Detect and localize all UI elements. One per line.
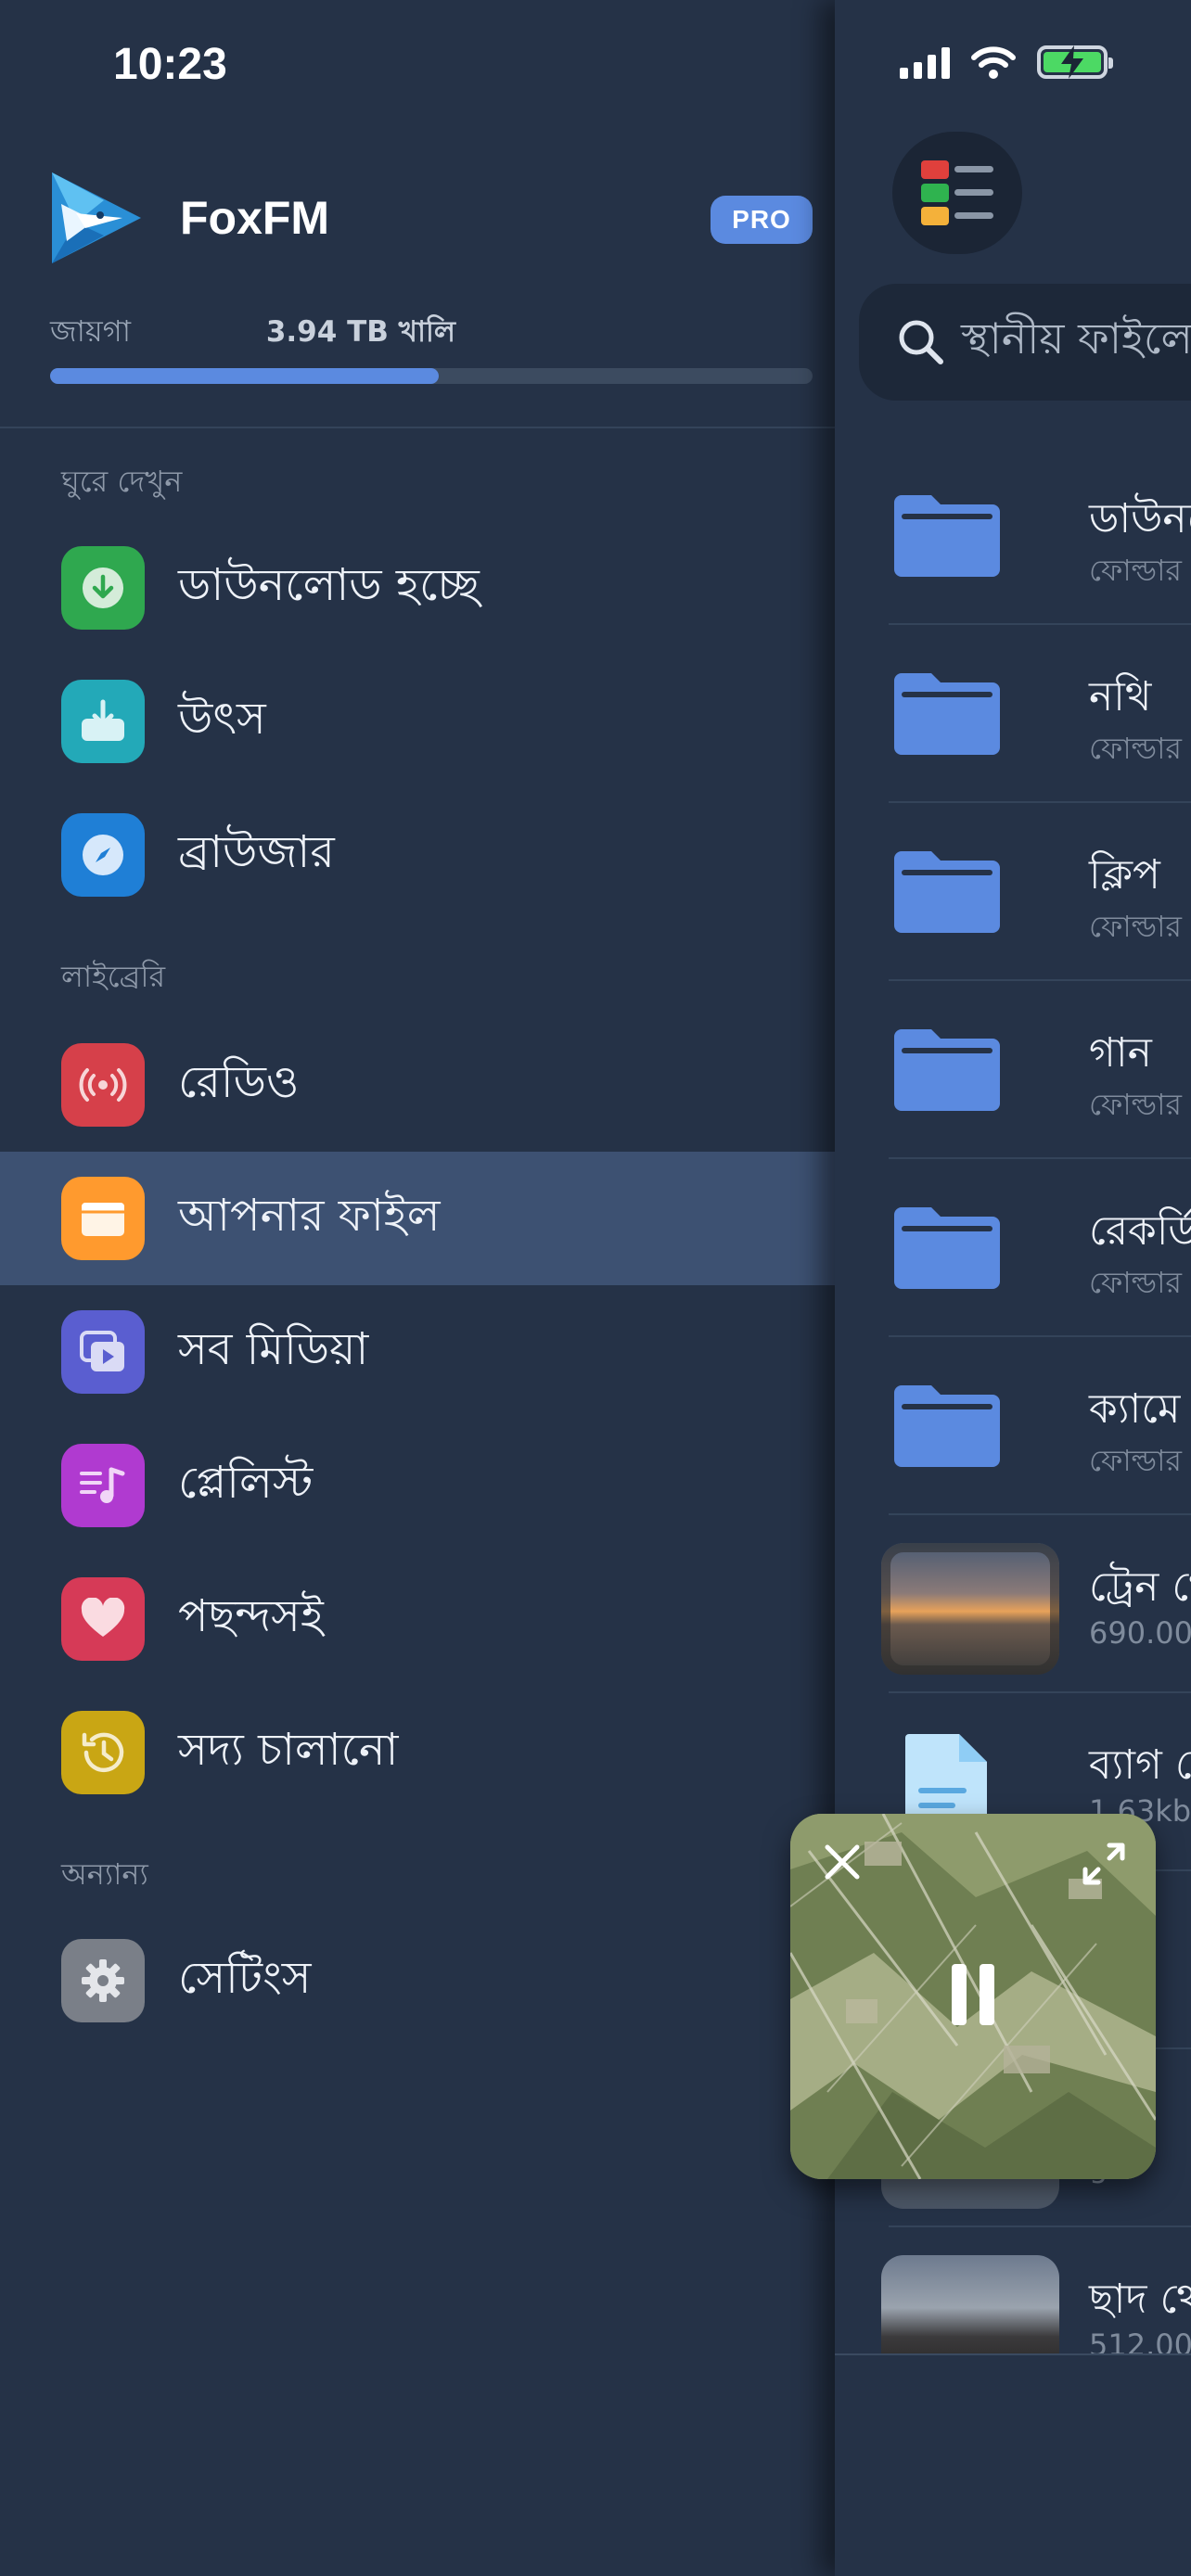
cellular-signal-icon	[900, 45, 950, 79]
file-name: ক্যামে	[1089, 1385, 1181, 1433]
video-thumbnail	[881, 1543, 1059, 1675]
nav-label-downloading: ডাউনলোড হচ্ছে	[178, 558, 480, 611]
folder-icon	[61, 1177, 145, 1260]
folder-icon	[894, 673, 1000, 755]
section-title-other: অন্যান্য	[61, 1856, 148, 1892]
file-meta: ফোল্ডার	[1089, 1265, 1183, 1300]
nav-item-radio[interactable]: রেডিও	[0, 1018, 835, 1152]
status-time: 10:23	[113, 40, 227, 89]
sidebar: 10:23 FoxFM PRO জায়গা 3.94 TB খালি ঘুরে…	[0, 0, 835, 2576]
divider	[0, 427, 835, 428]
expand-icon[interactable]	[1082, 1842, 1126, 1886]
file-row[interactable]: ট্রেন থে 690.00	[835, 1515, 1191, 1693]
close-icon[interactable]	[822, 1842, 863, 1882]
wifi-icon	[971, 46, 1016, 79]
nav-label-playlists: প্লেলিস্ট	[178, 1456, 314, 1509]
playlist-icon	[61, 1444, 145, 1527]
media-stack-icon	[61, 1310, 145, 1394]
nav-item-sources[interactable]: উৎস	[0, 655, 835, 788]
battery-charging-icon	[1037, 45, 1113, 79]
nav-label-your-files: আপনার ফাইল	[178, 1189, 441, 1242]
nav-item-recently-played[interactable]: সদ্য চালানো	[0, 1686, 835, 1819]
file-meta: ফোল্ডার	[1089, 1443, 1183, 1478]
nav-label-browser: ব্রাউজার	[178, 825, 335, 878]
file-meta: ফোল্ডার	[1089, 909, 1183, 944]
nav-label-radio: রেডিও	[178, 1055, 300, 1108]
nav-item-playlists[interactable]: প্লেলিস্ট	[0, 1419, 835, 1552]
folder-icon	[894, 851, 1000, 933]
download-icon	[61, 546, 145, 630]
app-name: FoxFM	[180, 192, 330, 244]
gear-icon	[61, 1939, 145, 2022]
nav-item-downloading[interactable]: ডাউনলোড হচ্ছে	[0, 521, 835, 655]
inbox-download-icon	[61, 680, 145, 763]
file-name: রেকর্ডি	[1089, 1207, 1191, 1255]
video-thumbnail	[881, 2255, 1059, 2353]
folder-icon	[894, 1207, 1000, 1289]
storage-bar-fill	[50, 368, 440, 384]
foxfm-logo-icon	[52, 172, 141, 263]
nav-item-your-files[interactable]: আপনার ফাইল	[0, 1152, 835, 1285]
nav-label-settings: সেটিংস	[178, 1951, 312, 2004]
nav-label-all-media: সব মিডিয়া	[178, 1322, 369, 1375]
pause-icon[interactable]	[950, 1962, 996, 2027]
file-meta: 690.00	[1089, 1615, 1191, 1651]
file-name: ট্রেন থে	[1089, 1563, 1191, 1611]
pro-badge[interactable]: PRO	[711, 196, 813, 244]
storage-bar	[50, 368, 813, 384]
file-row[interactable]: রেকর্ডি ফোল্ডার	[835, 1159, 1191, 1337]
section-title-explore: ঘুরে দেখুন	[61, 464, 183, 499]
file-meta: ফোল্ডার	[1089, 1087, 1183, 1122]
file-name: গান	[1089, 1029, 1152, 1077]
folder-icon	[894, 495, 1000, 577]
compass-icon	[61, 813, 145, 897]
file-row[interactable]: নথি ফোল্ডার	[835, 625, 1191, 803]
menu-lines-icon	[921, 160, 993, 225]
main-panel: স্থানীয় ফাইলে ডাউনলো ফোল্ডার নথি ফোল্ডা…	[835, 0, 1191, 2576]
search-input[interactable]: স্থানীয় ফাইলে	[859, 284, 1191, 401]
file-row[interactable]: ক্যামে ফোল্ডার	[835, 1337, 1191, 1515]
menu-button[interactable]	[892, 132, 1022, 254]
section-title-library: লাইব্রেরি	[61, 959, 166, 994]
nav-label-sources: উৎস	[178, 692, 266, 745]
app-header: FoxFM	[48, 167, 329, 269]
file-meta: ফোল্ডার	[1089, 553, 1183, 588]
history-clock-icon	[61, 1711, 145, 1794]
file-meta: ফোল্ডার	[1089, 731, 1183, 766]
folder-icon	[894, 1029, 1000, 1111]
file-name: ডাউনলো	[1089, 495, 1191, 542]
storage-free-text: 3.94 TB খালি	[265, 315, 455, 349]
radio-waves-icon	[61, 1043, 145, 1127]
storage-label: জায়গা	[50, 313, 132, 349]
file-row[interactable]: গান ফোল্ডার	[835, 981, 1191, 1159]
nav-label-favorites: পছন্দসই	[178, 1589, 324, 1642]
list-bottom-divider	[835, 2353, 1191, 2355]
file-row[interactable]: ক্লিপ ফোল্ডার	[835, 803, 1191, 981]
file-row[interactable]: ডাউনলো ফোল্ডার	[835, 447, 1191, 625]
file-name: ছাদ থে	[1089, 2276, 1191, 2323]
file-row[interactable]: ছাদ থে 512.00	[835, 2227, 1191, 2353]
nav-label-recently-played: সদ্য চালানো	[178, 1723, 399, 1776]
nav-item-browser[interactable]: ব্রাউজার	[0, 788, 835, 922]
nav-item-favorites[interactable]: পছন্দসই	[0, 1552, 835, 1686]
search-placeholder: স্থানীয় ফাইলে	[961, 313, 1191, 363]
file-name: নথি	[1089, 673, 1152, 721]
status-icons	[900, 45, 1113, 80]
nav-item-settings[interactable]: সেটিংস	[0, 1914, 835, 2047]
file-name: ব্যাগ খে	[1089, 1741, 1191, 1789]
file-name: ক্লিপ	[1089, 851, 1160, 899]
heart-icon	[61, 1577, 145, 1661]
folder-icon	[894, 1385, 1000, 1467]
search-icon	[899, 320, 943, 364]
picture-in-picture-player[interactable]	[790, 1814, 1156, 2179]
file-meta: 512.00	[1089, 2327, 1191, 2353]
nav-item-all-media[interactable]: সব মিডিয়া	[0, 1285, 835, 1419]
